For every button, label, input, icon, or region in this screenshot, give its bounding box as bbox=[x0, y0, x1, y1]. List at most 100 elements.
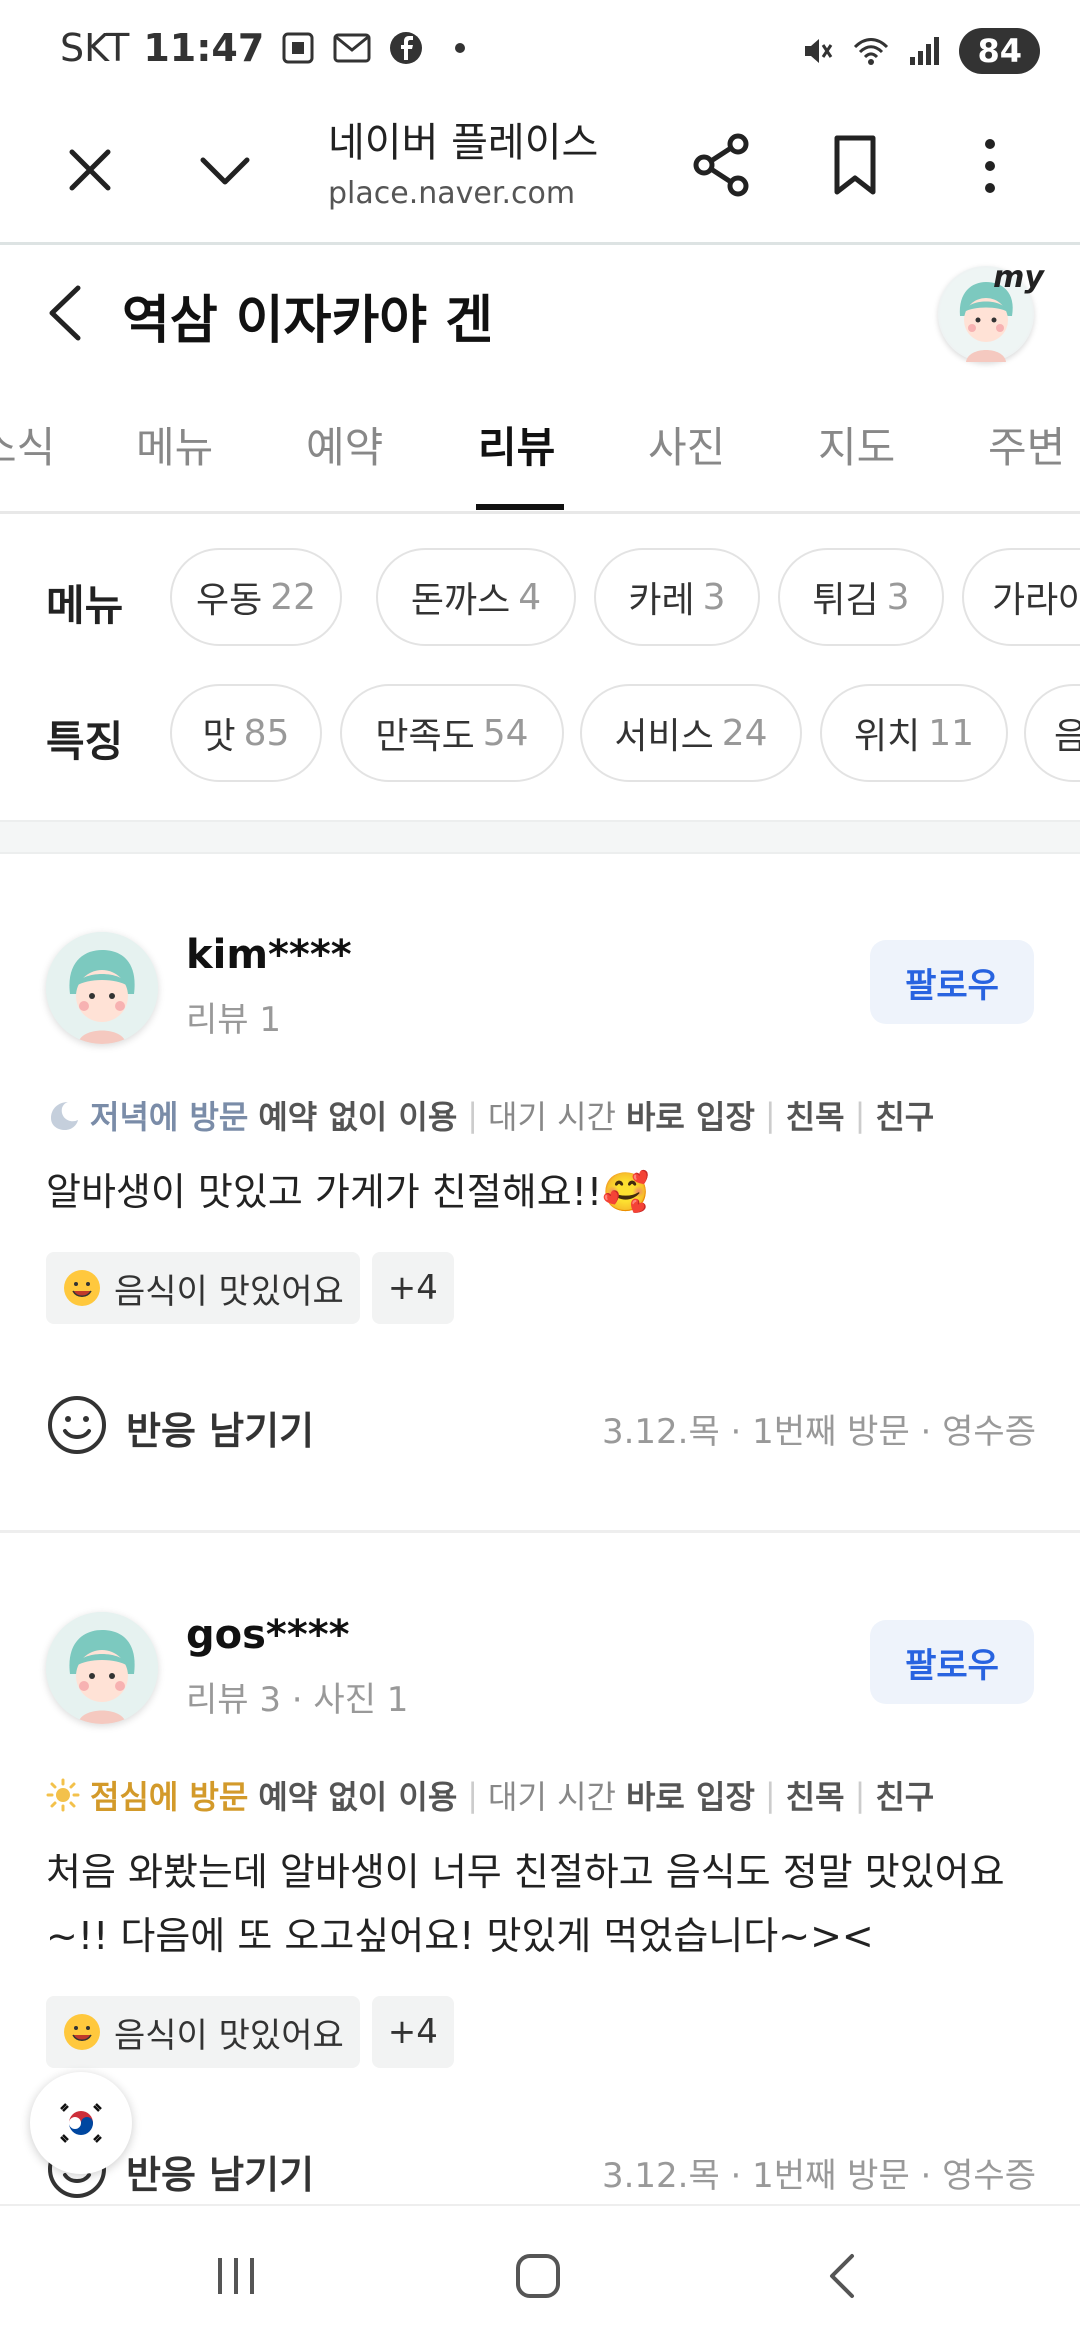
visit-purpose: 친목 bbox=[785, 1778, 845, 1816]
close-button[interactable] bbox=[60, 140, 120, 200]
share-button[interactable] bbox=[690, 130, 754, 200]
home-icon bbox=[516, 2254, 560, 2298]
visit-time: 저녁에 방문 bbox=[90, 1098, 249, 1136]
menu-chip[interactable]: 우동 22 bbox=[170, 548, 342, 646]
wait-value: 바로 입장 bbox=[625, 1098, 755, 1136]
feature-chip[interactable]: 음 bbox=[1024, 684, 1080, 782]
reviewer-name[interactable]: kim**** bbox=[186, 932, 352, 978]
tab-news[interactable]: 소식 bbox=[0, 414, 55, 475]
review-card: gos**** 리뷰 3 · 사진 1 팔로우 점심에 방문 예약 없이 이용 … bbox=[0, 1612, 1080, 2212]
wait-label: 대기 시간 bbox=[488, 1778, 616, 1816]
browser-toolbar: 네이버 플레이스 place.naver.com bbox=[0, 100, 1080, 245]
home-button[interactable] bbox=[508, 2246, 568, 2306]
facebook-icon bbox=[386, 28, 426, 68]
feature-chip[interactable]: 서비스 24 bbox=[580, 684, 802, 782]
chip-count: 3 bbox=[702, 576, 726, 618]
visit-date: 3.12.목 · 1번째 방문 · 영수증 bbox=[601, 1412, 1036, 1452]
review-filters: 메뉴 우동 22 돈까스 4 카레 3 튀김 3 가라아 특징 맛 85 만족도 54 서비… bbox=[0, 518, 1080, 818]
menu-chip[interactable]: 가라아 bbox=[962, 548, 1080, 646]
separator: | bbox=[467, 1096, 479, 1134]
review-divider bbox=[0, 1530, 1080, 1533]
wait-value: 바로 입장 bbox=[625, 1778, 755, 1816]
status-bar: SKT 11:47 84 bbox=[0, 0, 1080, 100]
recent-apps-icon bbox=[218, 2258, 254, 2294]
reviewer-stats: 리뷰 1 bbox=[186, 1000, 281, 1040]
menu-chip[interactable]: 카레 3 bbox=[594, 548, 760, 646]
tab-menu[interactable]: 메뉴 bbox=[136, 414, 213, 475]
back-icon bbox=[830, 2254, 854, 2298]
back-button[interactable] bbox=[40, 278, 90, 348]
chip-count: 22 bbox=[270, 576, 317, 618]
tab-reviews[interactable]: 리뷰 bbox=[478, 414, 555, 475]
feature-filter-label: 특징 bbox=[46, 717, 124, 766]
chip-count: 24 bbox=[721, 712, 768, 754]
place-name: 역삼 이자카야 겐 bbox=[122, 291, 494, 351]
react-button[interactable]: 반응 남기기 bbox=[126, 2144, 314, 2199]
tab-nearby[interactable]: 주변 bbox=[988, 414, 1065, 475]
visit-info: 저녁에 방문 예약 없이 이용 | 대기 시간 바로 입장 | 친목 | 친구 bbox=[46, 1092, 934, 1138]
chip-label: 만족도 bbox=[375, 716, 475, 757]
tab-reservation[interactable]: 예약 bbox=[306, 414, 383, 475]
companion: 친구 bbox=[875, 1098, 935, 1136]
companion: 친구 bbox=[875, 1778, 935, 1816]
separator: | bbox=[467, 1776, 479, 1814]
my-profile-button[interactable]: my bbox=[938, 260, 1044, 362]
recent-apps-button[interactable] bbox=[206, 2246, 266, 2306]
yummy-face-icon bbox=[64, 2014, 100, 2050]
avatar-icon bbox=[46, 1612, 158, 1724]
tab-photos[interactable]: 사진 bbox=[648, 414, 725, 475]
more-options-button[interactable] bbox=[960, 134, 1020, 198]
separator: | bbox=[854, 1096, 866, 1134]
review-text[interactable]: 처음 와봤는데 알바생이 너무 친절하고 음식도 정말 맛있어요~!! 다음에 … bbox=[46, 1840, 1046, 1968]
separator: | bbox=[764, 1776, 776, 1814]
status-left: SKT 11:47 bbox=[60, 26, 480, 70]
status-right: 84 bbox=[797, 28, 1040, 74]
user-avatar[interactable] bbox=[46, 932, 158, 1044]
menu-chip[interactable]: 튀김 3 bbox=[778, 548, 944, 646]
avatar-icon bbox=[46, 932, 158, 1044]
feature-chip[interactable]: 위치 11 bbox=[820, 684, 1008, 782]
feature-chip[interactable]: 만족도 54 bbox=[340, 684, 564, 782]
more-tags-button[interactable]: +4 bbox=[371, 1996, 454, 2068]
review-tags: 음식이 맛있어요 +4 bbox=[46, 1996, 454, 2068]
tab-map[interactable]: 지도 bbox=[818, 414, 895, 475]
signal-icon bbox=[905, 31, 945, 71]
notification-dot-icon bbox=[440, 28, 480, 68]
browser-url[interactable]: place.naver.com bbox=[328, 176, 575, 211]
tag-label: 음식이 맛있어요 bbox=[114, 1271, 344, 1312]
wifi-icon bbox=[851, 31, 891, 71]
more-tags-button[interactable]: +4 bbox=[371, 1252, 454, 1324]
react-button[interactable]: 반응 남기기 bbox=[126, 1400, 314, 1455]
chip-label: 돈까스 bbox=[410, 580, 511, 621]
chevron-down-icon bbox=[200, 157, 250, 185]
follow-button[interactable]: 팔로우 bbox=[870, 940, 1034, 1024]
menu-chip[interactable]: 돈까스 4 bbox=[376, 548, 576, 646]
chip-count: 85 bbox=[243, 712, 290, 754]
user-avatar[interactable] bbox=[46, 1612, 158, 1724]
language-button[interactable] bbox=[30, 2072, 132, 2174]
mail-icon bbox=[332, 28, 372, 68]
back-nav-button[interactable] bbox=[814, 2246, 874, 2306]
keyword-tag[interactable]: 음식이 맛있어요 bbox=[46, 1996, 360, 2068]
review-text[interactable]: 알바생이 맛있고 가게가 친절해요!!🥰 bbox=[46, 1160, 1036, 1224]
feature-chip[interactable]: 맛 85 bbox=[170, 684, 322, 782]
share-icon bbox=[693, 133, 749, 197]
keyword-tag[interactable]: 음식이 맛있어요 bbox=[46, 1252, 360, 1324]
yummy-face-icon bbox=[64, 1270, 100, 1306]
korea-flag-icon bbox=[55, 2097, 107, 2149]
review-footer: 반응 남기기 3.12.목 · 1번째 방문 · 영수증 bbox=[46, 1390, 1036, 1460]
reviewer-name[interactable]: gos**** bbox=[186, 1612, 350, 1658]
review-footer: 반응 남기기 3.12.목 · 1번째 방문 · 영수증 bbox=[46, 2134, 1036, 2204]
follow-button[interactable]: 팔로우 bbox=[870, 1620, 1034, 1704]
tab-bar: 소식 메뉴 예약 리뷰 사진 지도 주변 bbox=[0, 380, 1080, 514]
reviewer-stats: 리뷰 3 · 사진 1 bbox=[186, 1680, 409, 1720]
chip-count: 4 bbox=[518, 576, 542, 618]
review-card: kim**** 리뷰 1 팔로우 저녁에 방문 예약 없이 이용 | 대기 시간… bbox=[0, 932, 1080, 1512]
bookmark-button[interactable] bbox=[825, 132, 885, 198]
chip-label: 음 bbox=[1054, 716, 1080, 757]
separator: | bbox=[764, 1096, 776, 1134]
separator: | bbox=[854, 1776, 866, 1814]
collapse-button[interactable] bbox=[195, 140, 255, 200]
smiley-icon[interactable] bbox=[46, 1394, 108, 1456]
chip-label: 서비스 bbox=[614, 716, 714, 757]
